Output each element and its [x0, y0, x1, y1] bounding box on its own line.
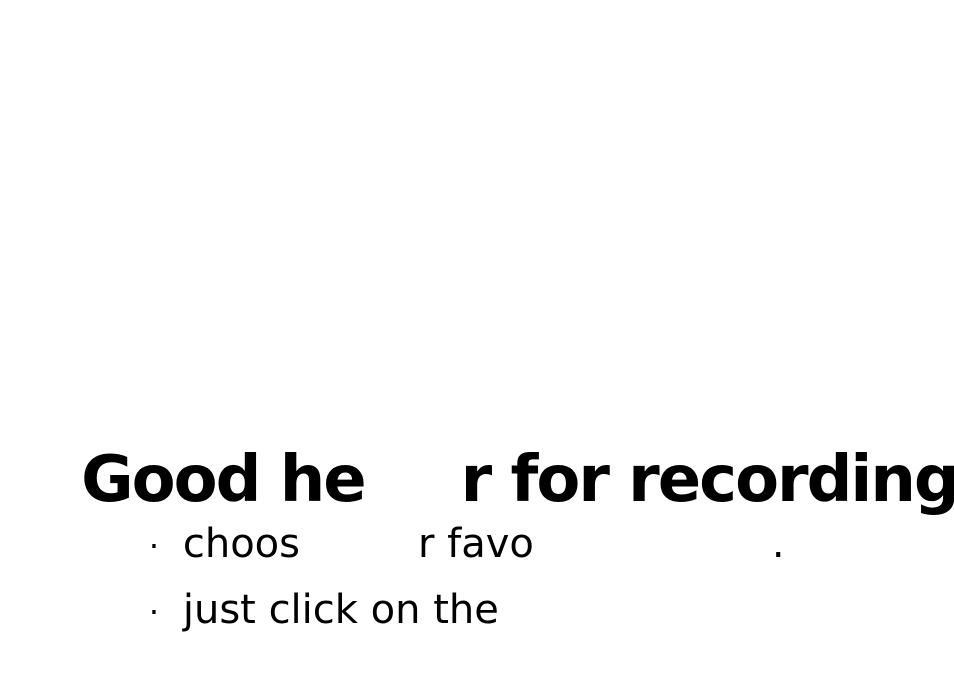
bullet-1-part-3: . [771, 521, 785, 567]
bullet-2-text: just click on the [182, 587, 499, 633]
bullet-item-2: · just click on the [98, 526, 499, 633]
slide-title: Good he r for recording [0, 360, 954, 517]
bullet-item-1: · choos r favo. [98, 460, 785, 567]
bullet-marker: · [148, 593, 160, 631]
